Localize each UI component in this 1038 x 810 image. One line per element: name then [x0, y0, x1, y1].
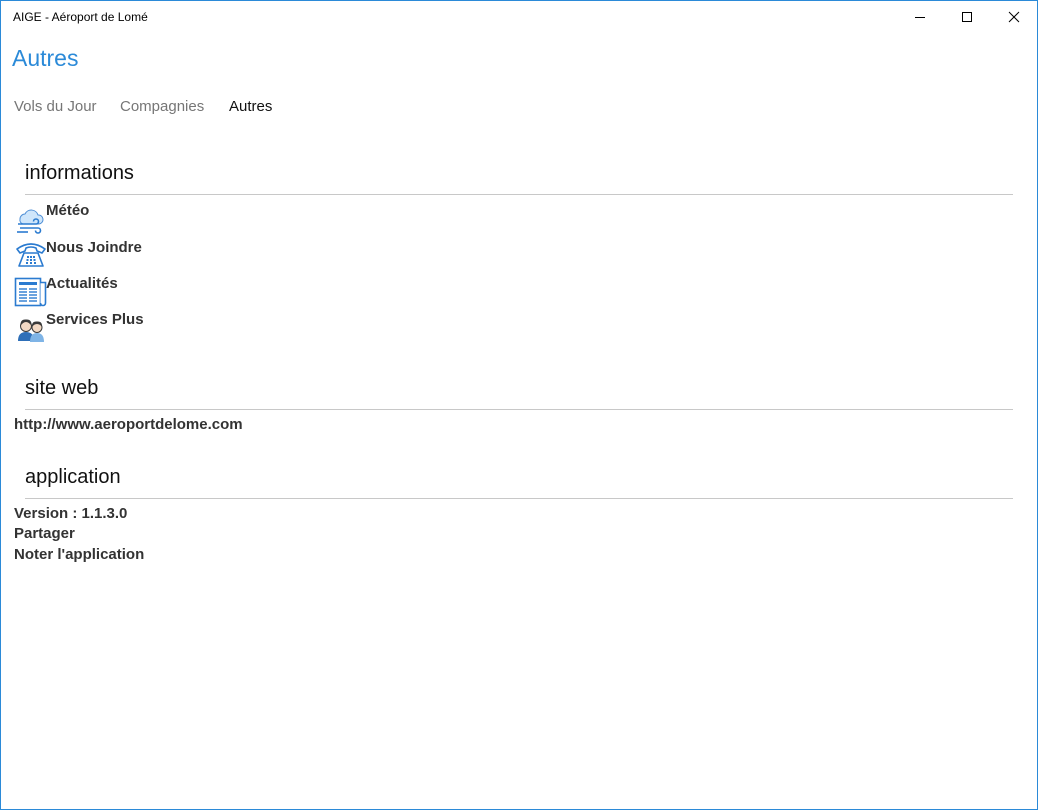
- close-button[interactable]: [991, 1, 1037, 33]
- tab-autres[interactable]: Autres: [229, 98, 272, 115]
- minimize-icon: [915, 17, 925, 18]
- website-link[interactable]: http://www.aeroportdelome.com: [14, 416, 243, 433]
- window-title: AIGE - Aéroport de Lomé: [13, 10, 148, 24]
- site-web-heading: site web: [25, 377, 99, 399]
- tab-vols-du-jour[interactable]: Vols du Jour: [14, 98, 97, 115]
- people-icon: [14, 311, 48, 345]
- tab-compagnies[interactable]: Compagnies: [120, 98, 204, 115]
- site-web-divider: [25, 409, 1013, 410]
- list-item-actualites[interactable]: Actualités: [14, 275, 314, 309]
- application-divider: [25, 498, 1013, 499]
- rate-app-link[interactable]: Noter l'application: [14, 546, 144, 563]
- app-window: AIGE - Aéroport de Lomé Autres Vols du J…: [0, 0, 1038, 810]
- list-item-services-plus[interactable]: Services Plus: [14, 311, 314, 345]
- title-bar[interactable]: AIGE - Aéroport de Lomé: [1, 1, 1037, 33]
- application-heading: application: [25, 466, 121, 488]
- list-item-label: Services Plus: [46, 311, 144, 328]
- list-item-meteo[interactable]: Météo: [14, 202, 314, 236]
- informations-divider: [25, 194, 1013, 195]
- list-item-label: Actualités: [46, 275, 118, 292]
- minimize-button[interactable]: [897, 1, 943, 33]
- list-item-nous-joindre[interactable]: Nous Joindre: [14, 239, 314, 273]
- weather-icon: [14, 202, 48, 236]
- close-icon: [1008, 11, 1020, 23]
- list-item-label: Nous Joindre: [46, 239, 142, 256]
- telephone-icon: [14, 239, 48, 273]
- maximize-icon: [962, 12, 972, 22]
- share-link[interactable]: Partager: [14, 525, 75, 542]
- page-title: Autres: [12, 45, 79, 71]
- informations-heading: informations: [25, 162, 134, 184]
- maximize-button[interactable]: [944, 1, 990, 33]
- list-item-label: Météo: [46, 202, 90, 219]
- newspaper-icon: [14, 275, 48, 309]
- version-text: Version : 1.1.3.0: [14, 505, 128, 522]
